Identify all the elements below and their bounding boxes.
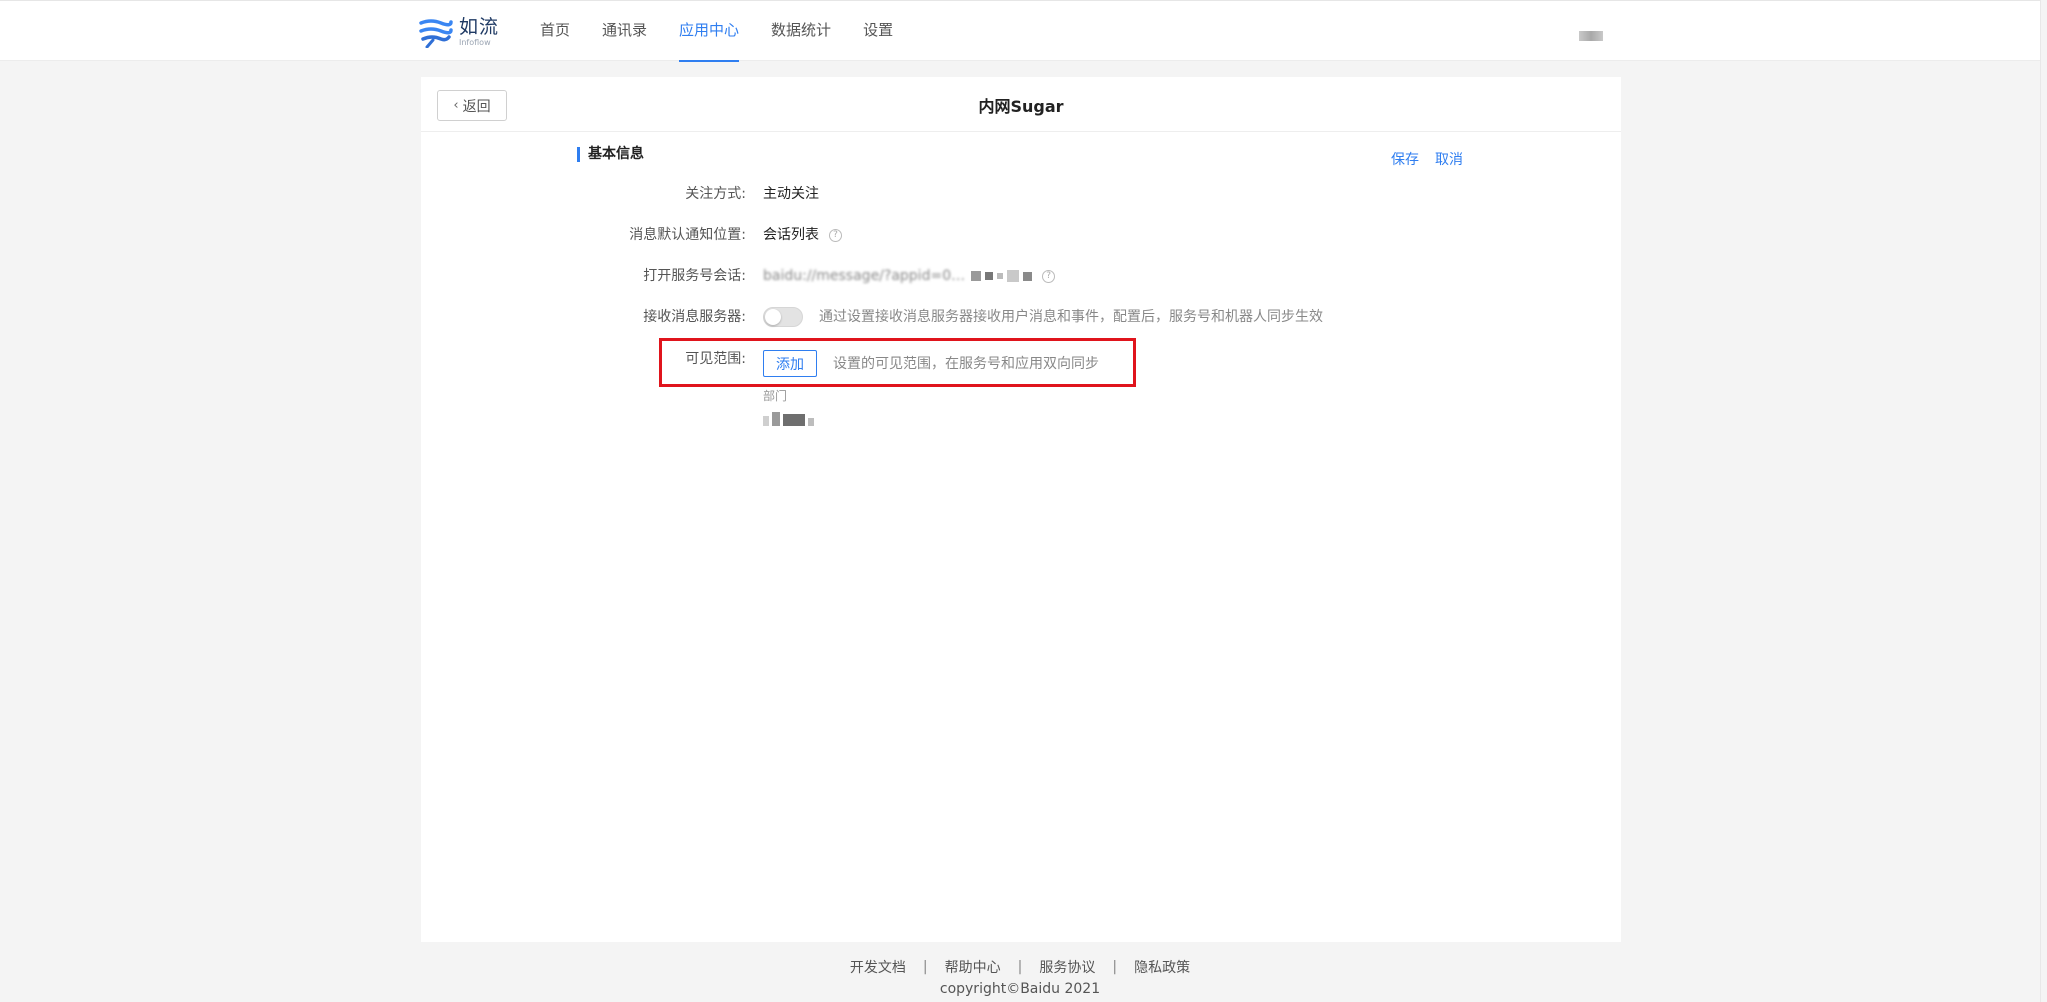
logo-subtitle: Infoflow bbox=[459, 37, 491, 47]
follow-row: 关注方式: 主动关注 bbox=[421, 183, 1621, 207]
save-button[interactable]: 保存 bbox=[1391, 149, 1419, 169]
session-row: 打开服务号会话: baidu://message/?appid=0… ? bbox=[421, 265, 1621, 289]
main-nav: 首页 通讯录 应用中心 数据统计 设置 bbox=[540, 1, 925, 62]
user-avatar[interactable] bbox=[1579, 31, 1603, 41]
redacted-blocks bbox=[971, 270, 1033, 282]
app-detail-card: ‹ 返回 内网Sugar 基本信息 保存 取消 关注方式: 主动关注 消息默认通… bbox=[421, 77, 1621, 942]
dept-redacted bbox=[763, 412, 814, 426]
infoflow-logo-icon bbox=[419, 19, 453, 48]
server-label: 接收消息服务器: bbox=[643, 309, 746, 325]
copyright: copyright©Baidu 2021 bbox=[939, 981, 1101, 997]
scope-hint: 设置的可见范围，在服务号和应用双向同步 bbox=[833, 355, 1099, 372]
notify-label: 消息默认通知位置: bbox=[629, 227, 746, 243]
footer-link-privacy[interactable]: 隐私政策 bbox=[1134, 957, 1190, 977]
nav-app-center[interactable]: 应用中心 bbox=[679, 1, 740, 62]
logo[interactable]: 如流 Infoflow bbox=[419, 15, 499, 49]
server-hint: 通过设置接收消息服务器接收用户消息和事件，配置后，服务号和机器人同步生效 bbox=[819, 309, 1323, 325]
footer-separator: | bbox=[1112, 959, 1118, 975]
notify-row: 消息默认通知位置: 会话列表 ? bbox=[421, 224, 1621, 248]
form-actions: 保存 取消 bbox=[1391, 149, 1463, 169]
footer-link-dev-docs[interactable]: 开发文档 bbox=[850, 957, 906, 977]
help-icon[interactable]: ? bbox=[829, 228, 842, 242]
cancel-button[interactable]: 取消 bbox=[1435, 149, 1463, 169]
footer-link-help[interactable]: 帮助中心 bbox=[945, 957, 1001, 977]
footer-separator: | bbox=[1017, 959, 1023, 975]
logo-name: 如流 bbox=[459, 15, 500, 38]
footer-link-terms[interactable]: 服务协议 bbox=[1039, 957, 1095, 977]
scope-row: 可见范围: 添加 设置的可见范围，在服务号和应用双向同步 bbox=[421, 350, 1621, 380]
session-label: 打开服务号会话: bbox=[643, 268, 746, 284]
footer: 开发文档 | 帮助中心 | 服务协议 | 隐私政策 copyright©Baid… bbox=[0, 942, 2040, 997]
server-toggle[interactable] bbox=[763, 307, 803, 327]
scope-label: 可见范围: bbox=[685, 351, 746, 367]
dept-label: 部门 bbox=[763, 389, 788, 403]
nav-contacts[interactable]: 通讯录 bbox=[602, 1, 647, 62]
card-header: ‹ 返回 内网Sugar bbox=[421, 77, 1621, 132]
add-scope-button[interactable]: 添加 bbox=[763, 350, 817, 377]
nav-home[interactable]: 首页 bbox=[540, 1, 570, 62]
help-icon[interactable]: ? bbox=[1042, 269, 1056, 283]
footer-separator: | bbox=[922, 959, 928, 975]
follow-label: 关注方式: bbox=[685, 186, 746, 202]
notify-value: 会话列表 bbox=[763, 227, 819, 243]
follow-value: 主动关注 bbox=[763, 186, 819, 202]
server-row: 接收消息服务器: 通过设置接收消息服务器接收用户消息和事件，配置后，服务号和机器… bbox=[421, 306, 1621, 330]
nav-settings[interactable]: 设置 bbox=[863, 1, 893, 62]
footer-links: 开发文档 | 帮助中心 | 服务协议 | 隐私政策 bbox=[0, 955, 2040, 979]
nav-statistics[interactable]: 数据统计 bbox=[771, 1, 831, 62]
session-url: baidu://message/?appid=0… bbox=[763, 268, 966, 284]
page-title: 内网Sugar bbox=[978, 97, 1064, 116]
scrollbar[interactable] bbox=[2040, 0, 2047, 1002]
top-navigation-bar: 如流 Infoflow 首页 通讯录 应用中心 数据统计 设置 bbox=[0, 0, 2040, 62]
section-title: 基本信息 bbox=[577, 147, 644, 162]
